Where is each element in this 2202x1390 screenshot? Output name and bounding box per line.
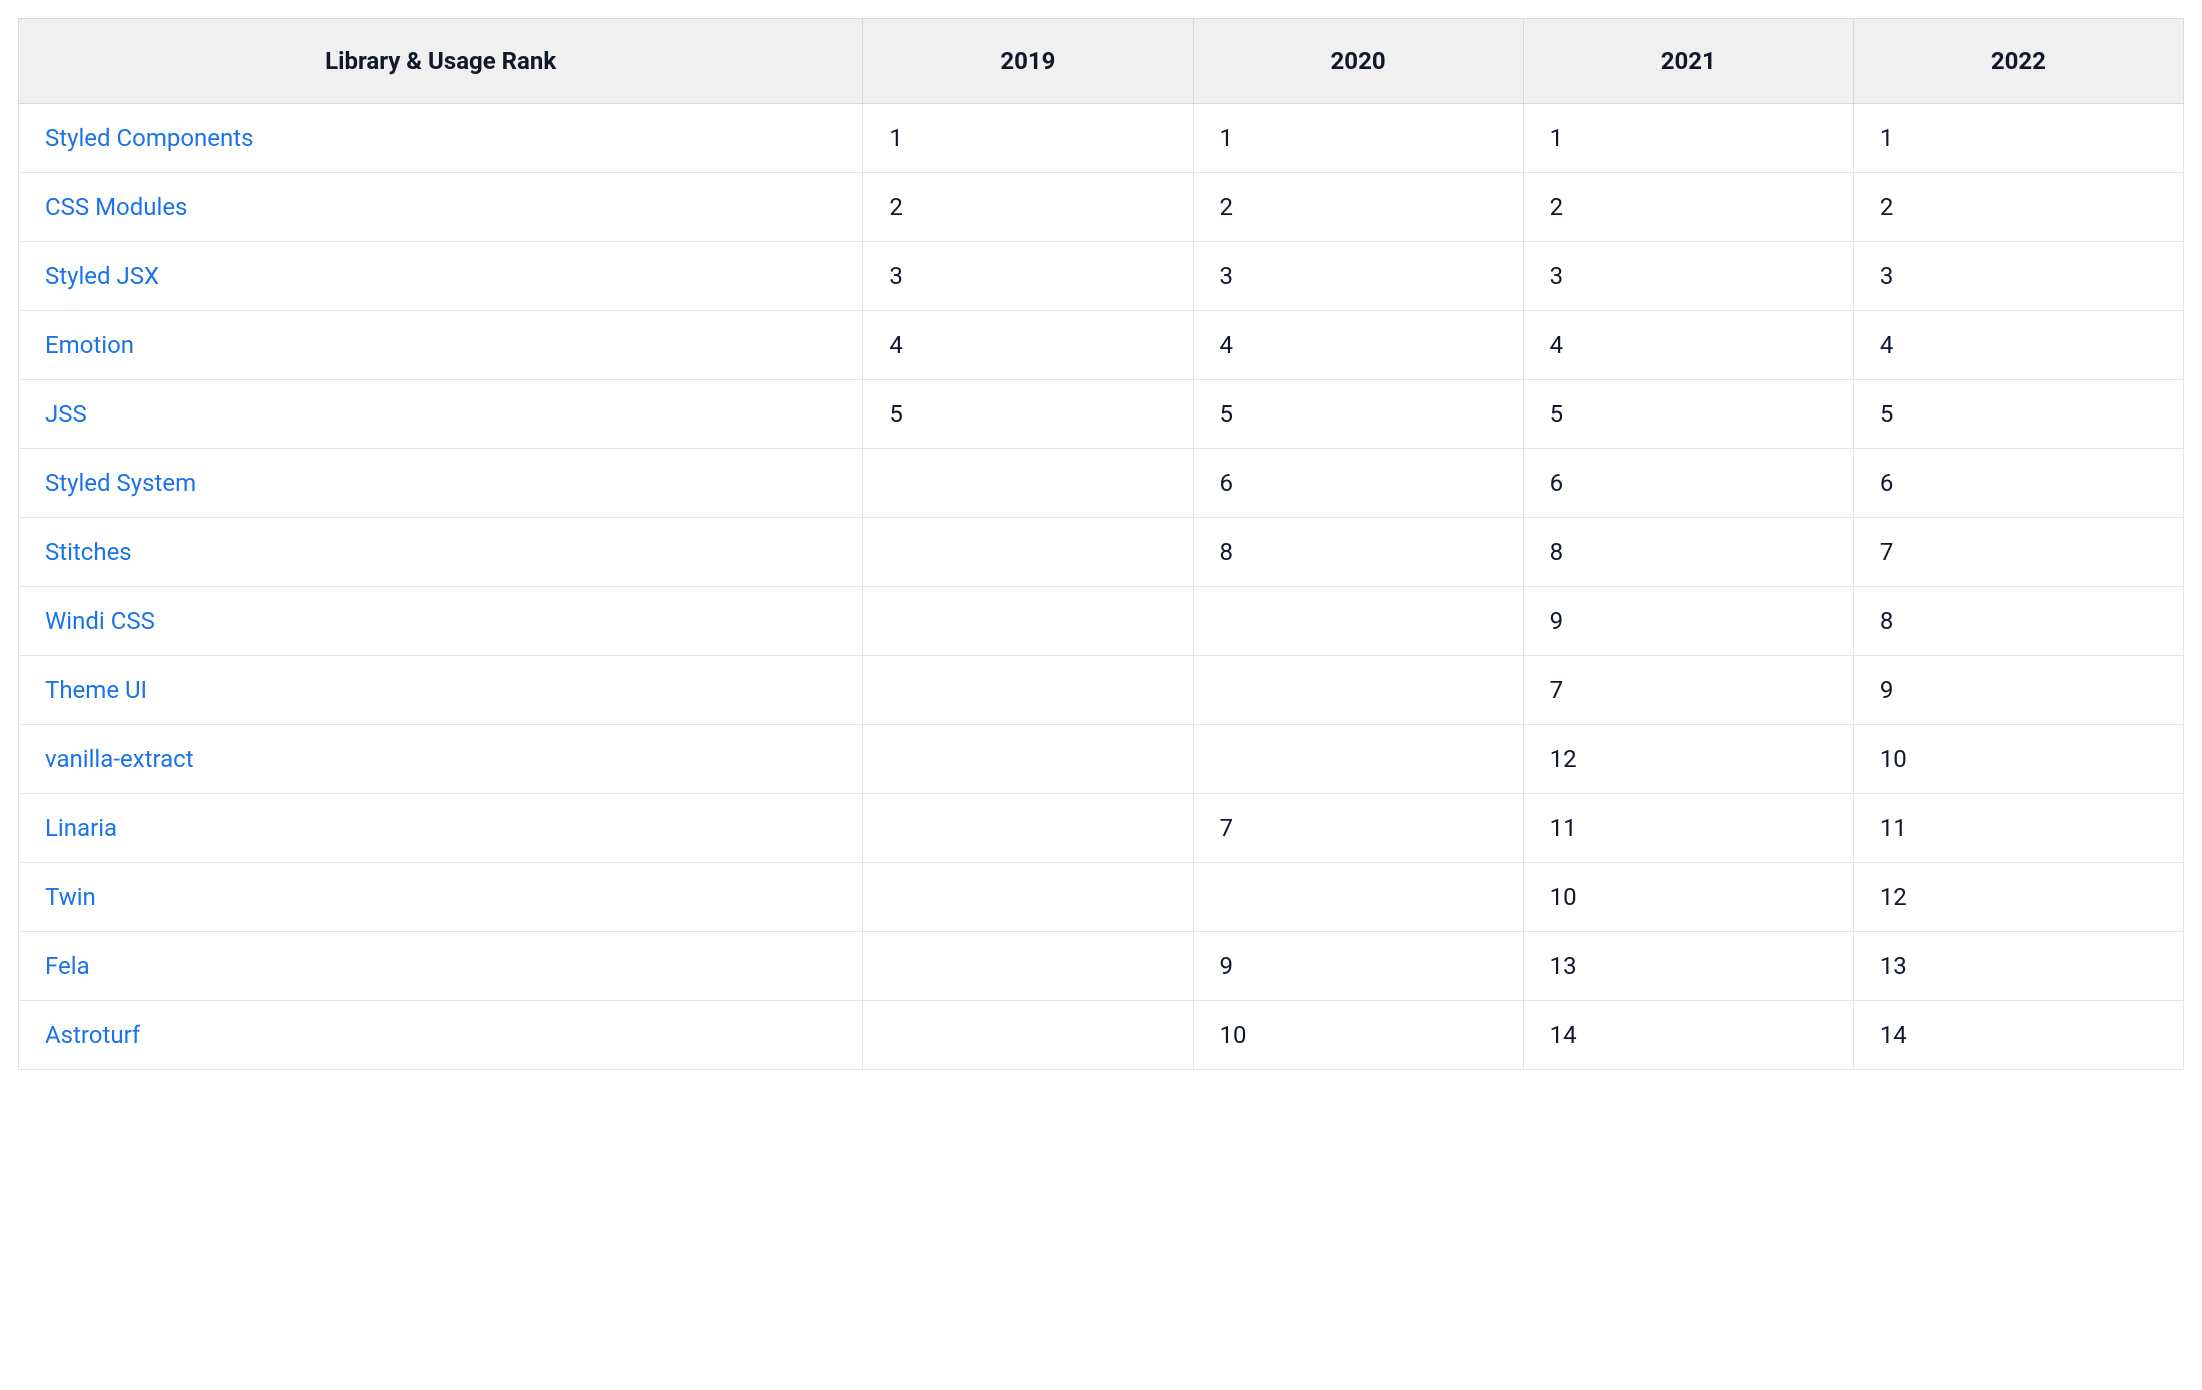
library-link[interactable]: JSS xyxy=(45,400,87,428)
cell-2021: 9 xyxy=(1523,587,1853,656)
cell-2020 xyxy=(1193,725,1523,794)
cell-2020: 9 xyxy=(1193,932,1523,1001)
table-row: vanilla-extract 12 10 xyxy=(19,725,2184,794)
cell-2019 xyxy=(863,1001,1193,1070)
cell-2020: 5 xyxy=(1193,380,1523,449)
table-row: JSS 5 5 5 5 xyxy=(19,380,2184,449)
cell-2021: 10 xyxy=(1523,863,1853,932)
cell-2022: 12 xyxy=(1853,863,2183,932)
cell-2019 xyxy=(863,725,1193,794)
library-link[interactable]: CSS Modules xyxy=(45,193,187,221)
col-header-2021: 2021 xyxy=(1523,19,1853,104)
table-body: Styled Components 1 1 1 1 CSS Modules 2 … xyxy=(19,104,2184,1070)
cell-2021: 4 xyxy=(1523,311,1853,380)
library-link[interactable]: Twin xyxy=(45,883,96,911)
cell-2021: 8 xyxy=(1523,518,1853,587)
cell-2021: 1 xyxy=(1523,104,1853,173)
table-row: Styled System 6 6 6 xyxy=(19,449,2184,518)
cell-2022: 7 xyxy=(1853,518,2183,587)
cell-2019 xyxy=(863,587,1193,656)
table-row: CSS Modules 2 2 2 2 xyxy=(19,173,2184,242)
table-row: Styled Components 1 1 1 1 xyxy=(19,104,2184,173)
library-link[interactable]: Astroturf xyxy=(45,1021,140,1049)
cell-2021: 11 xyxy=(1523,794,1853,863)
cell-2021: 14 xyxy=(1523,1001,1853,1070)
table-row: Theme UI 7 9 xyxy=(19,656,2184,725)
cell-2022: 14 xyxy=(1853,1001,2183,1070)
library-link[interactable]: Windi CSS xyxy=(45,607,155,635)
table-row: Fela 9 13 13 xyxy=(19,932,2184,1001)
cell-2022: 10 xyxy=(1853,725,2183,794)
col-header-2022: 2022 xyxy=(1853,19,2183,104)
library-link[interactable]: Fela xyxy=(45,952,90,980)
cell-2022: 11 xyxy=(1853,794,2183,863)
cell-2021: 7 xyxy=(1523,656,1853,725)
cell-2019 xyxy=(863,794,1193,863)
cell-2020: 8 xyxy=(1193,518,1523,587)
cell-2020 xyxy=(1193,587,1523,656)
cell-2020: 2 xyxy=(1193,173,1523,242)
cell-2019: 5 xyxy=(863,380,1193,449)
table-row: Astroturf 10 14 14 xyxy=(19,1001,2184,1070)
library-link[interactable]: Styled JSX xyxy=(45,262,159,290)
ranking-table: Library & Usage Rank 2019 2020 2021 2022… xyxy=(18,18,2184,1070)
cell-2019 xyxy=(863,656,1193,725)
cell-2020: 10 xyxy=(1193,1001,1523,1070)
table-row: Windi CSS 9 8 xyxy=(19,587,2184,656)
table-row: Linaria 7 11 11 xyxy=(19,794,2184,863)
cell-2019 xyxy=(863,863,1193,932)
cell-2022: 3 xyxy=(1853,242,2183,311)
cell-2020: 6 xyxy=(1193,449,1523,518)
library-link[interactable]: Linaria xyxy=(45,814,117,842)
library-link[interactable]: Theme UI xyxy=(45,676,147,704)
cell-2019: 1 xyxy=(863,104,1193,173)
cell-2021: 13 xyxy=(1523,932,1853,1001)
cell-2022: 4 xyxy=(1853,311,2183,380)
col-header-2019: 2019 xyxy=(863,19,1193,104)
cell-2019 xyxy=(863,932,1193,1001)
cell-2019 xyxy=(863,518,1193,587)
cell-2022: 8 xyxy=(1853,587,2183,656)
library-link[interactable]: Stitches xyxy=(45,538,132,566)
cell-2022: 1 xyxy=(1853,104,2183,173)
library-link[interactable]: vanilla-extract xyxy=(45,745,194,773)
cell-2021: 3 xyxy=(1523,242,1853,311)
cell-2022: 13 xyxy=(1853,932,2183,1001)
cell-2020 xyxy=(1193,863,1523,932)
cell-2021: 2 xyxy=(1523,173,1853,242)
cell-2019: 4 xyxy=(863,311,1193,380)
library-link[interactable]: Styled Components xyxy=(45,124,254,152)
cell-2020 xyxy=(1193,656,1523,725)
cell-2021: 12 xyxy=(1523,725,1853,794)
col-header-2020: 2020 xyxy=(1193,19,1523,104)
cell-2020: 3 xyxy=(1193,242,1523,311)
cell-2019 xyxy=(863,449,1193,518)
cell-2020: 7 xyxy=(1193,794,1523,863)
library-link[interactable]: Styled System xyxy=(45,469,196,497)
cell-2020: 1 xyxy=(1193,104,1523,173)
cell-2021: 6 xyxy=(1523,449,1853,518)
library-link[interactable]: Emotion xyxy=(45,331,134,359)
cell-2019: 2 xyxy=(863,173,1193,242)
table-row: Twin 10 12 xyxy=(19,863,2184,932)
col-header-library: Library & Usage Rank xyxy=(19,19,863,104)
cell-2022: 2 xyxy=(1853,173,2183,242)
cell-2019: 3 xyxy=(863,242,1193,311)
cell-2022: 5 xyxy=(1853,380,2183,449)
table-row: Emotion 4 4 4 4 xyxy=(19,311,2184,380)
cell-2022: 9 xyxy=(1853,656,2183,725)
table-row: Stitches 8 8 7 xyxy=(19,518,2184,587)
cell-2021: 5 xyxy=(1523,380,1853,449)
table-header-row: Library & Usage Rank 2019 2020 2021 2022 xyxy=(19,19,2184,104)
cell-2022: 6 xyxy=(1853,449,2183,518)
cell-2020: 4 xyxy=(1193,311,1523,380)
table-row: Styled JSX 3 3 3 3 xyxy=(19,242,2184,311)
